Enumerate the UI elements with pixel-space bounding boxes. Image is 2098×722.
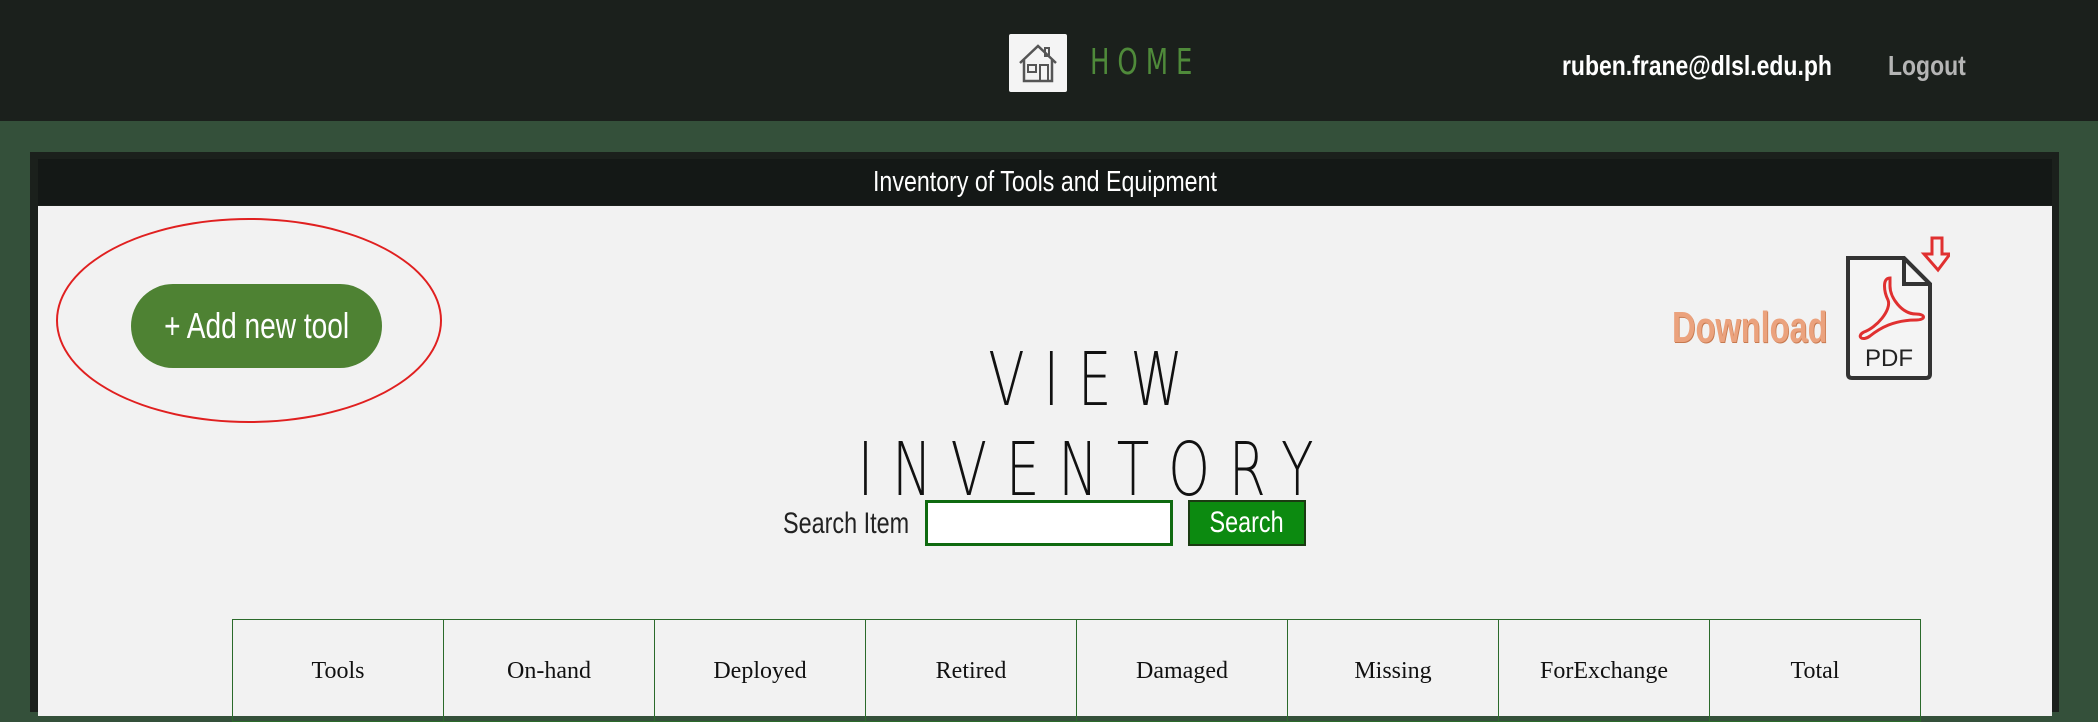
column-header-tools: Tools <box>232 619 444 722</box>
column-header-missing: Missing <box>1287 619 1499 722</box>
search-button[interactable]: Search <box>1188 500 1306 546</box>
inventory-table: Tools On-hand Deployed Retired Damaged M… <box>232 619 1921 722</box>
home-icon[interactable] <box>1009 34 1067 92</box>
search-input[interactable] <box>925 500 1173 546</box>
top-navbar: HOME ruben.frane@dlsl.edu.ph Logout <box>0 0 2098 121</box>
pdf-download-icon[interactable]: PDF <box>1846 236 1953 387</box>
column-header-total: Total <box>1709 619 1921 722</box>
search-label: Search Item <box>783 507 910 540</box>
user-email: ruben.frane@dlsl.edu.ph <box>1562 50 1832 81</box>
column-header-damaged: Damaged <box>1076 619 1288 722</box>
pdf-label: PDF <box>1865 345 1913 372</box>
home-link[interactable]: HOME <box>1090 38 1200 88</box>
column-header-on-hand: On-hand <box>443 619 655 722</box>
add-new-tool-label: + Add new tool <box>163 305 350 346</box>
column-header-forexchange: ForExchange <box>1498 619 1710 722</box>
logout-link[interactable]: Logout <box>1888 46 1966 86</box>
panel-title-bar: Inventory of Tools and Equipment <box>38 159 2052 205</box>
download-link[interactable]: Download <box>1672 302 1828 354</box>
search-button-label: Search <box>1209 506 1285 539</box>
page-heading: VIEW INVENTORY <box>857 337 1333 513</box>
column-header-retired: Retired <box>865 619 1077 722</box>
panel-title: Inventory of Tools and Equipment <box>873 166 1217 198</box>
add-new-tool-button[interactable]: + Add new tool <box>131 284 382 368</box>
table-header-row: Tools On-hand Deployed Retired Damaged M… <box>232 619 1921 722</box>
column-header-deployed: Deployed <box>654 619 866 722</box>
